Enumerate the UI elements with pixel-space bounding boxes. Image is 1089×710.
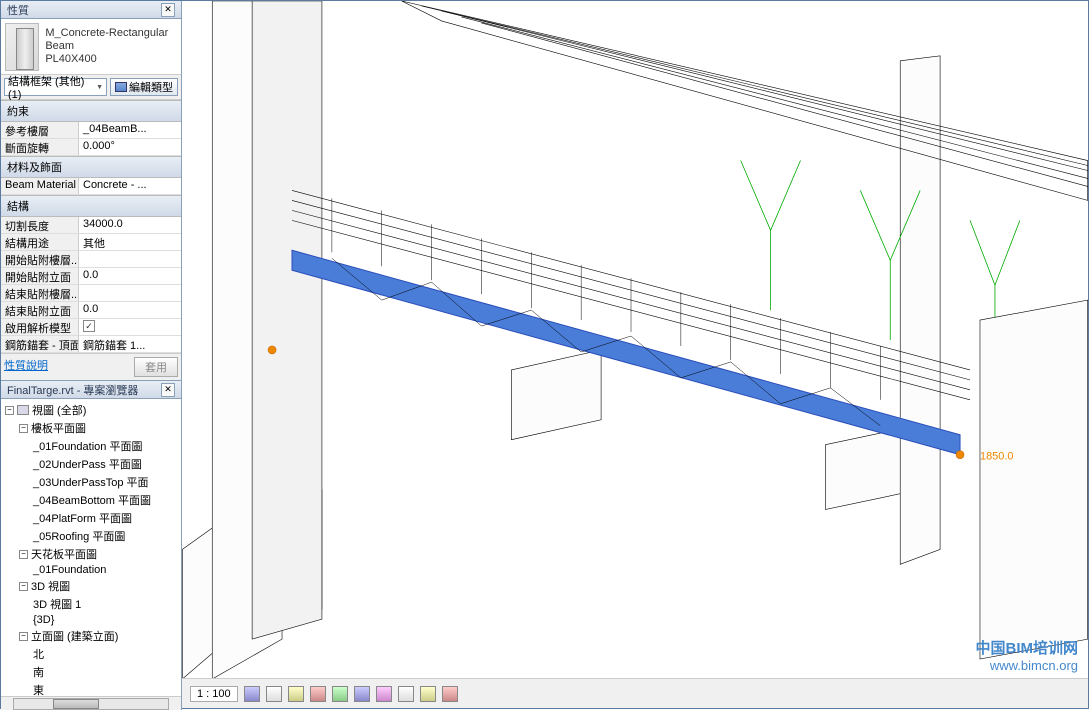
apply-button[interactable]: 套用 xyxy=(134,357,178,377)
tree-elevations[interactable]: −立面圖 (建築立面) xyxy=(3,627,179,645)
prop-analytical-value[interactable]: ✓ xyxy=(79,319,181,335)
tree-item[interactable]: _04BeamBottom 平面圖 xyxy=(3,491,179,509)
tree-item[interactable]: _04PlatForm 平面圖 xyxy=(3,509,179,527)
prop-cut-length-label: 切割長度 xyxy=(1,217,79,233)
properties-panel-header: 性質 ✕ xyxy=(1,1,181,19)
prop-analytical-label: 啟用解析模型 xyxy=(1,319,79,335)
detail-level-icon[interactable] xyxy=(244,686,260,702)
prop-beam-material-value[interactable]: Concrete - ... xyxy=(79,178,181,194)
prop-rebar-top-value[interactable]: 鋼筋錨套 1... xyxy=(79,336,181,352)
crop-region-icon[interactable] xyxy=(376,686,392,702)
prop-ref-level-value[interactable]: _04BeamB... xyxy=(79,122,181,138)
tree-item[interactable]: _02UnderPass 平面圖 xyxy=(3,455,179,473)
close-properties-icon[interactable]: ✕ xyxy=(161,3,175,17)
prop-rebar-top-label: 鋼筋錨套 - 頂面 xyxy=(1,336,79,352)
temp-hide-icon[interactable] xyxy=(420,686,436,702)
prop-usage-label: 結構用途 xyxy=(1,234,79,250)
browser-panel-header: FinalTarge.rvt - 專案瀏覽器 ✕ xyxy=(1,381,181,399)
prop-start-elev-value[interactable]: 0.0 xyxy=(79,268,181,284)
tree-ceiling-plans[interactable]: −天花板平面圖 xyxy=(3,545,179,563)
tree-item[interactable]: 3D 視圖 1 xyxy=(3,595,179,613)
prop-end-elev-value[interactable]: 0.0 xyxy=(79,302,181,318)
tree-item[interactable]: _03UnderPassTop 平面 xyxy=(3,473,179,491)
tree-3d-views[interactable]: −3D 視圖 xyxy=(3,577,179,595)
tree-item[interactable]: 東 xyxy=(3,681,179,696)
properties-help-link[interactable]: 性質說明 xyxy=(4,357,48,377)
prop-end-elev-label: 結束貼附立面 xyxy=(1,302,79,318)
tree-views-all[interactable]: −視圖 (全部) xyxy=(3,401,179,419)
tree-item[interactable]: {3D} xyxy=(3,613,179,627)
browser-title: FinalTarge.rvt - 專案瀏覽器 xyxy=(7,382,138,398)
close-browser-icon[interactable]: ✕ xyxy=(161,383,175,397)
lock-view-icon[interactable] xyxy=(398,686,414,702)
tree-item[interactable]: _01Foundation xyxy=(3,563,179,577)
rendering-icon[interactable] xyxy=(332,686,348,702)
prop-ref-level-label: 參考樓層 xyxy=(1,122,79,138)
instance-filter-dropdown[interactable]: 結構框架 (其他) (1) ▼ xyxy=(4,78,107,96)
prop-beam-material-label: Beam Material xyxy=(1,178,79,194)
tree-item[interactable]: _05Roofing 平面圖 xyxy=(3,527,179,545)
crop-view-icon[interactable] xyxy=(354,686,370,702)
section-materials[interactable]: 材料及飾面 xyxy=(1,156,181,178)
prop-usage-value[interactable]: 其他 xyxy=(79,234,181,250)
prop-end-level-label: 結束貼附樓層... xyxy=(1,285,79,301)
scale-selector[interactable]: 1 : 100 xyxy=(190,686,238,702)
sun-path-icon[interactable] xyxy=(288,686,304,702)
folder-icon xyxy=(17,405,29,415)
view-control-bar: 1 : 100 xyxy=(182,678,1088,708)
tree-floor-plans[interactable]: −樓板平面圖 xyxy=(3,419,179,437)
prop-end-level-value[interactable] xyxy=(79,285,181,301)
shadows-icon[interactable] xyxy=(310,686,326,702)
properties-title: 性質 xyxy=(7,2,29,18)
tree-item[interactable]: 南 xyxy=(3,663,179,681)
family-thumbnail xyxy=(5,23,39,71)
watermark: 中国BIM培训网 www.bimcn.org xyxy=(976,637,1079,673)
type-selector-row[interactable]: M_Concrete-Rectangular Beam PL40X400 xyxy=(1,19,181,75)
project-browser-tree[interactable]: −視圖 (全部) −樓板平面圖 _01Foundation 平面圖 _02Und… xyxy=(1,399,181,696)
tree-item[interactable]: 北 xyxy=(3,645,179,663)
visual-style-icon[interactable] xyxy=(266,686,282,702)
3d-viewport[interactable]: 1850.0 xyxy=(182,1,1088,678)
section-structural[interactable]: 結構 xyxy=(1,195,181,217)
prop-rotation-value[interactable]: 0.000° xyxy=(79,139,181,155)
reveal-hidden-icon[interactable] xyxy=(442,686,458,702)
edit-type-button[interactable]: 編輯類型 xyxy=(110,78,178,96)
prop-rotation-label: 斷面旋轉 xyxy=(1,139,79,155)
model-drawing: 1850.0 xyxy=(182,1,1088,678)
tree-item[interactable]: _01Foundation 平面圖 xyxy=(3,437,179,455)
browser-hscroll[interactable] xyxy=(1,696,181,710)
svg-text:1850.0: 1850.0 xyxy=(980,451,1014,463)
prop-start-level-label: 開始貼附樓層... xyxy=(1,251,79,267)
chevron-down-icon: ▼ xyxy=(96,84,103,91)
prop-cut-length-value[interactable]: 34000.0 xyxy=(79,217,181,233)
prop-start-elev-label: 開始貼附立面 xyxy=(1,268,79,284)
prop-start-level-value[interactable] xyxy=(79,251,181,267)
family-type-text: M_Concrete-Rectangular Beam PL40X400 xyxy=(45,27,177,66)
section-constraints[interactable]: 約束 xyxy=(1,100,181,122)
checkbox-checked-icon: ✓ xyxy=(83,320,95,332)
edit-type-icon xyxy=(115,82,127,92)
